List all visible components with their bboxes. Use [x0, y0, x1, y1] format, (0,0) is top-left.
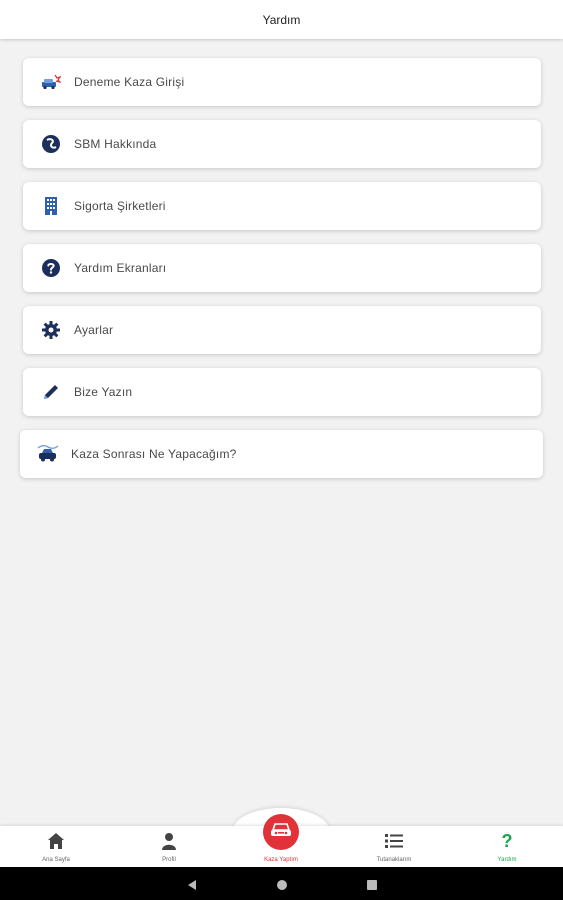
nav-help[interactable]: ? Yardım — [467, 826, 547, 867]
car-crash-icon — [40, 71, 62, 93]
list-icon — [385, 830, 403, 852]
menu-item-deneme-kaza[interactable]: Deneme Kaza Girişi — [23, 58, 541, 106]
question-mark-icon: ? — [501, 831, 513, 851]
menu-item-kaza-sonrasi[interactable]: Kaza Sonrası Ne Yapacağım? — [20, 430, 543, 478]
home-icon — [47, 830, 65, 852]
menu-item-label: Bize Yazın — [74, 385, 133, 399]
nav-home-label: Ana Sayfa — [42, 857, 70, 863]
menu-item-bize-yazin[interactable]: Bize Yazın — [23, 368, 541, 416]
question-circle-icon — [40, 257, 62, 279]
menu-item-label: Deneme Kaza Girişi — [74, 75, 185, 89]
nav-profile[interactable]: Profil — [129, 826, 209, 867]
nav-records[interactable]: Tutanaklarım — [354, 826, 434, 867]
top-app-bar: Yardım — [0, 0, 563, 39]
menu-item-label: Kaza Sonrası Ne Yapacağım? — [71, 447, 237, 461]
gear-icon — [40, 319, 62, 341]
nav-report-label: Kaza Yaptım — [264, 857, 298, 863]
menu-item-label: SBM Hakkında — [74, 137, 157, 151]
menu-item-label: Sigorta Şirketleri — [74, 199, 166, 213]
pencil-icon — [40, 381, 62, 403]
nav-home[interactable]: Ana Sayfa — [16, 826, 96, 867]
menu-item-ayarlar[interactable]: Ayarlar — [23, 306, 541, 354]
home-circle-icon[interactable] — [276, 878, 288, 896]
car-accident-icon — [37, 443, 59, 465]
menu-item-yardim-ekranlari[interactable]: Yardım Ekranları — [23, 244, 541, 292]
menu-item-label: Ayarlar — [74, 323, 114, 337]
back-icon[interactable] — [186, 878, 198, 896]
sbm-logo-icon — [40, 133, 62, 155]
user-icon — [161, 830, 177, 852]
building-icon — [40, 195, 62, 217]
nav-report[interactable]: Kaza Yaptım — [241, 826, 321, 867]
recents-icon[interactable] — [366, 878, 378, 896]
nav-help-label: Yardım — [497, 857, 517, 863]
menu-item-sbm-hakkinda[interactable]: SBM Hakkında — [23, 120, 541, 168]
nav-records-label: Tutanaklarım — [376, 857, 412, 863]
page-title: Yardım — [262, 12, 301, 27]
menu-item-sigorta-sirketleri[interactable]: Sigorta Şirketleri — [23, 182, 541, 230]
menu-item-label: Yardım Ekranları — [74, 261, 167, 275]
nav-profile-label: Profil — [162, 857, 176, 863]
